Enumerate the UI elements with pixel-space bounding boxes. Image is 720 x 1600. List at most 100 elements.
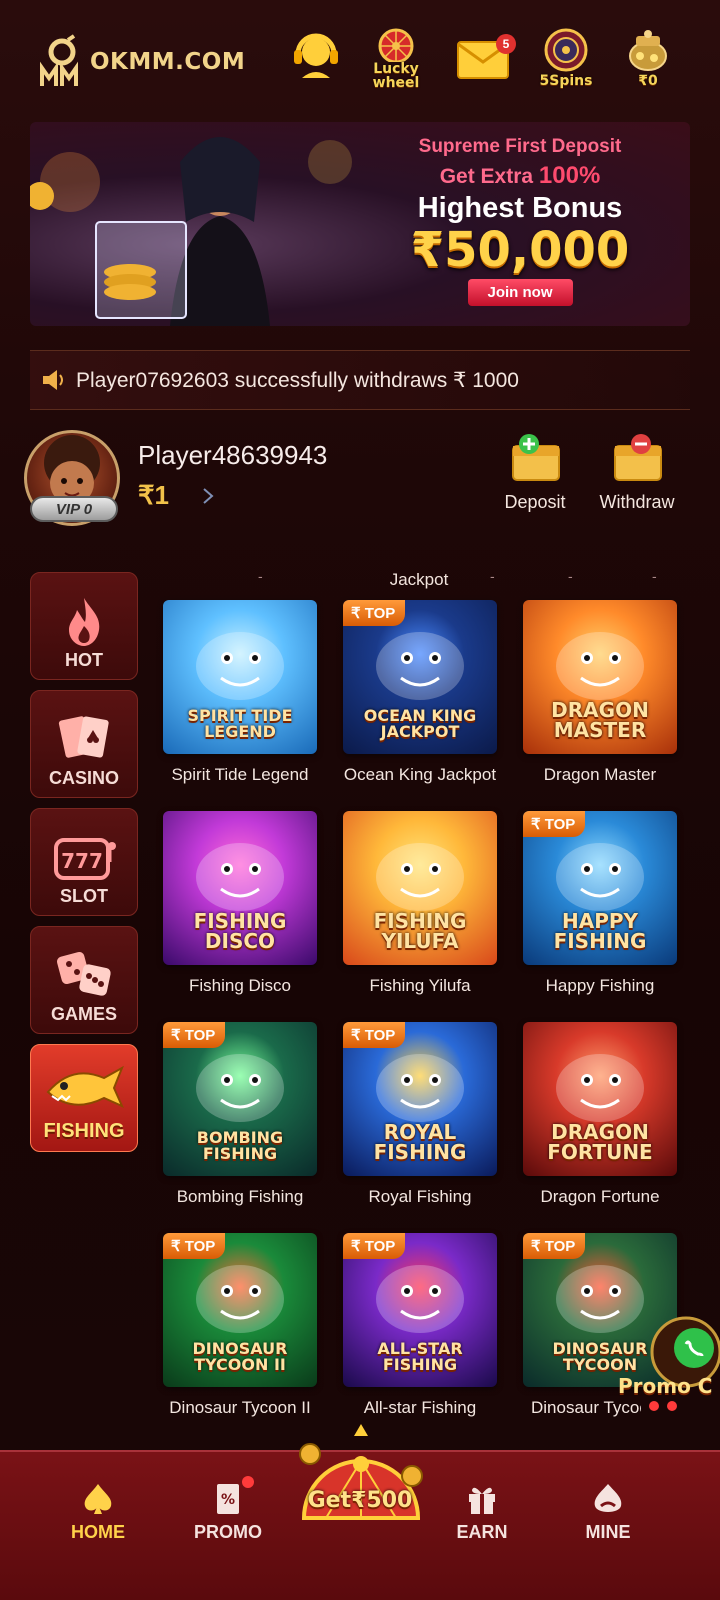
lucky-wheel-button[interactable]: Lucky wheel (360, 26, 432, 102)
balance: ₹1 (138, 480, 170, 510)
game-art-title: FISHING DISCO (193, 909, 287, 953)
withdraw-button[interactable]: Withdraw (592, 432, 682, 522)
side-nav-label-casino: CASINO (48, 768, 119, 788)
treasure-pot-icon (629, 30, 667, 71)
side-nav-games[interactable]: GAMES (30, 926, 138, 1034)
game-thumbnail[interactable]: FISHING DISCO (163, 811, 317, 965)
game-thumbnail[interactable]: BOMBING FISHING ₹ TOP (163, 1022, 317, 1176)
side-nav-label-fishing: FISHING (43, 1120, 125, 1142)
tab-home[interactable]: HOME (50, 1482, 146, 1543)
username: Player48639943 (138, 440, 328, 470)
top-badge: ₹ TOP (523, 811, 586, 837)
headset-support-icon (294, 33, 338, 78)
game-name: Ocean King Jackpot (343, 765, 497, 784)
bonus-wheel-icon (299, 1424, 423, 1520)
spade-icon (84, 1484, 112, 1514)
playing-cards-icon (58, 716, 109, 758)
side-nav-casino[interactable]: CASINO (30, 690, 138, 798)
game-thumbnail[interactable]: ROYAL FISHING ₹ TOP (343, 1022, 497, 1176)
deposit-label: Deposit (504, 492, 566, 512)
game-card[interactable]: FISHING YILUFA Fishing Yilufa (343, 811, 497, 996)
top-badge: ₹ TOP (523, 1233, 586, 1259)
side-nav-fishing[interactable]: FISHING (30, 1044, 138, 1152)
coin-box-button[interactable]: ₹0 (612, 26, 684, 102)
game-card[interactable]: HAPPY FISHING ₹ TOP Happy Fishing (523, 811, 677, 996)
spins-label: 5Spins (539, 73, 593, 89)
game-name: Dragon Master (543, 765, 657, 784)
game-name: Dragon Fortune (540, 1187, 660, 1206)
deposit-button[interactable]: Deposit (490, 432, 580, 522)
game-name: Bombing Fishing (176, 1187, 304, 1206)
game-thumbnail[interactable]: FISHING YILUFA (343, 811, 497, 965)
support-button[interactable] (280, 26, 352, 102)
game-thumbnail[interactable]: DINOSAUR TYCOON II ₹ TOP (163, 1233, 317, 1387)
dice-icon (56, 951, 111, 996)
lucky-wheel-icon (378, 28, 414, 62)
slot-machine-icon: 777 (54, 838, 116, 880)
side-nav-hot[interactable]: HOT (30, 572, 138, 680)
spins-button[interactable]: 5Spins (530, 26, 602, 102)
game-art-title: DRAGON MASTER (551, 698, 649, 742)
get-bonus-label: Get₹500 (307, 1488, 413, 1513)
profile-drop-icon (594, 1484, 622, 1512)
whatsapp-icon (649, 1316, 720, 1411)
floating-promo[interactable]: Promo C (618, 1310, 720, 1420)
game-art-title: SPIRIT TIDE LEGEND (187, 706, 293, 741)
tab-mine[interactable]: MINE (560, 1482, 656, 1543)
message-count-badge: 5 (496, 34, 516, 54)
tab-label-home: HOME (71, 1522, 125, 1542)
gift-icon (469, 1487, 495, 1514)
side-nav-slot[interactable]: 777 SLOT (30, 808, 138, 916)
banner-line-2-highlight: 100% (538, 162, 601, 189)
join-now-button[interactable]: Join now (467, 279, 573, 306)
top-badge: ₹ TOP (343, 600, 406, 626)
winner-marquee: Player07692603 successfully withdraws ₹ … (30, 350, 690, 410)
game-thumbnail[interactable]: ALL-STAR FISHING ₹ TOP (343, 1233, 497, 1387)
messages-button[interactable]: 5 (446, 26, 518, 102)
wallet-plus-icon (512, 434, 560, 481)
game-card[interactable]: ROYAL FISHING ₹ TOP Royal Fishing (343, 1022, 497, 1207)
side-nav-label-slot: SLOT (60, 886, 108, 906)
game-art-title: DRAGON FORTUNE (547, 1120, 653, 1164)
game-card[interactable]: SPIRIT TIDE LEGEND Spirit Tide Legend (163, 600, 317, 785)
game-card[interactable]: BOMBING FISHING ₹ TOP Bombing Fishing (163, 1022, 317, 1207)
game-card[interactable]: DRAGON FORTUNE Dragon Fortune (523, 1022, 677, 1207)
promo-banner[interactable]: Supreme First Deposit Get Extra 100% Hig… (30, 122, 690, 326)
game-name: Fishing Disco (188, 976, 292, 995)
game-card[interactable]: FISHING DISCO Fishing Disco (163, 811, 317, 996)
chevron-right-icon[interactable] (200, 486, 216, 506)
tab-promo[interactable]: % PROMO (180, 1482, 276, 1543)
banner-line-1: Supreme First Deposit (418, 136, 622, 157)
logo-text: OKMM.COM (90, 49, 246, 75)
game-art-title: OCEAN KING JACKPOT (363, 706, 477, 741)
top-badge: ₹ TOP (163, 1022, 226, 1048)
game-thumbnail[interactable]: OCEAN KING JACKPOT ₹ TOP (343, 600, 497, 754)
roulette-icon (544, 28, 588, 72)
game-name: Fishing Yilufa (369, 976, 471, 995)
game-name: All-star Fishing (363, 1398, 477, 1417)
game-thumbnail[interactable]: DRAGON FORTUNE (523, 1022, 677, 1176)
game-card[interactable]: DRAGON MASTER Dragon Master (523, 600, 677, 785)
game-card[interactable]: DINOSAUR TYCOON II ₹ TOP Dinosaur Tycoon I… (163, 1233, 317, 1418)
header-dash: - (568, 568, 573, 584)
game-thumbnail[interactable]: DRAGON MASTER (523, 600, 677, 754)
withdraw-label: Withdraw (599, 492, 675, 512)
svg-text:777: 777 (61, 849, 103, 873)
banner-illustration (30, 137, 352, 326)
game-art-title: DINOSAUR TYCOON II (192, 1339, 288, 1374)
get-bonus-wheel-button[interactable] (296, 1418, 426, 1530)
game-name: Spirit Tide Legend (171, 765, 309, 784)
coin-box-label: ₹0 (638, 73, 658, 89)
top-badge: ₹ TOP (343, 1233, 406, 1259)
app-logo[interactable]: OKMM.COM (38, 34, 245, 90)
game-art-title: HAPPY FISHING (553, 909, 647, 953)
game-card[interactable]: ALL-STAR FISHING ₹ TOP All-star Fishing (343, 1233, 497, 1418)
svg-text:%: % (221, 1492, 235, 1508)
banner-text: Supreme First Deposit Get Extra 100% Hig… (350, 136, 690, 306)
game-card[interactable]: OCEAN KING JACKPOT ₹ TOP Ocean King Jackpo… (343, 600, 497, 785)
header-dash: - (490, 568, 495, 584)
speaker-icon (43, 370, 63, 390)
game-thumbnail[interactable]: SPIRIT TIDE LEGEND (163, 600, 317, 754)
tab-earn[interactable]: EARN (434, 1482, 530, 1543)
game-thumbnail[interactable]: HAPPY FISHING ₹ TOP (523, 811, 677, 965)
